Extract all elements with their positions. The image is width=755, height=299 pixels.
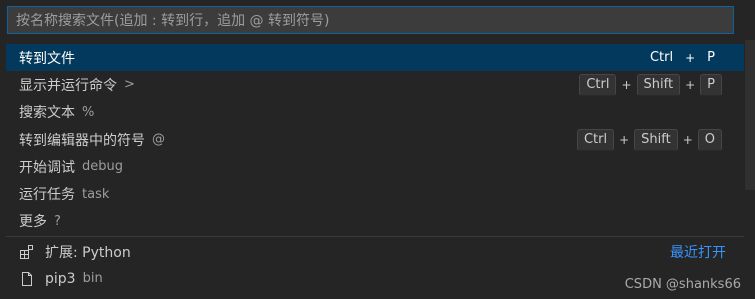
key-p: P	[707, 49, 715, 65]
key-shift: Shift	[634, 128, 678, 151]
recent-item-extension-python[interactable]: 扩展: Python 最近打开	[6, 238, 744, 265]
keybinding: Ctrl + Shift + O	[576, 128, 722, 151]
keybinding: Ctrl + Shift + P	[579, 73, 722, 96]
command-prefix: %	[82, 104, 95, 120]
search-input[interactable]: 按名称搜索文件(追加 : 转到行，追加 @ 转到符号)	[7, 6, 734, 34]
key-plus: +	[619, 132, 630, 147]
divider	[6, 236, 744, 237]
command-prefix: task	[82, 186, 110, 202]
key-plus: +	[621, 77, 632, 92]
command-prefix: >	[124, 77, 135, 93]
command-label: 更多	[19, 214, 47, 231]
key-o: O	[697, 128, 722, 151]
command-label: 转到编辑器中的符号	[19, 132, 145, 149]
recent-item-desc: bin	[82, 271, 103, 286]
command-list: 转到文件 Ctrl + P 显示并运行命令 > Ctrl + Shift + P…	[6, 44, 744, 235]
recently-opened-label: 最近打开	[670, 244, 726, 261]
command-item-search-text[interactable]: 搜索文本 %	[6, 99, 744, 126]
command-label: 搜索文本	[19, 105, 75, 122]
key-plus: +	[685, 50, 696, 65]
key-ctrl: Ctrl	[576, 128, 615, 151]
command-item-go-to-symbol[interactable]: 转到编辑器中的符号 @ Ctrl + Shift + O	[6, 126, 744, 153]
command-item-start-debugging[interactable]: 开始调试 debug	[6, 153, 744, 180]
command-item-run-task[interactable]: 运行任务 task	[6, 180, 744, 207]
command-label: 转到文件	[19, 50, 75, 67]
key-ctrl: Ctrl	[649, 49, 674, 65]
quick-open-panel: 按名称搜索文件(追加 : 转到行，追加 @ 转到符号) 转到文件 Ctrl + …	[0, 0, 755, 299]
recent-item-label: pip3	[45, 270, 76, 287]
command-item-go-to-file[interactable]: 转到文件 Ctrl + P	[6, 44, 744, 72]
watermark: CSDN @shanks66	[624, 277, 741, 292]
key-p: P	[700, 73, 722, 96]
extensions-icon	[19, 244, 35, 260]
recent-item-label: 扩展: Python	[45, 244, 131, 261]
command-item-more[interactable]: 更多 ?	[6, 208, 744, 235]
command-prefix: debug	[82, 159, 123, 175]
keybinding: Ctrl + P	[643, 47, 722, 69]
key-plus: +	[682, 132, 693, 147]
command-prefix: ?	[54, 213, 61, 229]
file-icon	[19, 271, 35, 287]
command-label: 运行任务	[19, 187, 75, 204]
command-label: 显示并运行命令	[19, 77, 117, 94]
command-label: 开始调试	[19, 159, 75, 176]
key-shift: Shift	[636, 73, 681, 96]
search-input-placeholder: 按名称搜索文件(追加 : 转到行，追加 @ 转到符号)	[16, 13, 330, 29]
command-item-show-run-commands[interactable]: 显示并运行命令 > Ctrl + Shift + P	[6, 71, 744, 98]
key-plus: +	[685, 77, 696, 92]
key-ctrl: Ctrl	[579, 73, 617, 96]
scrollbar[interactable]	[745, 40, 755, 190]
command-prefix: @	[152, 132, 165, 148]
